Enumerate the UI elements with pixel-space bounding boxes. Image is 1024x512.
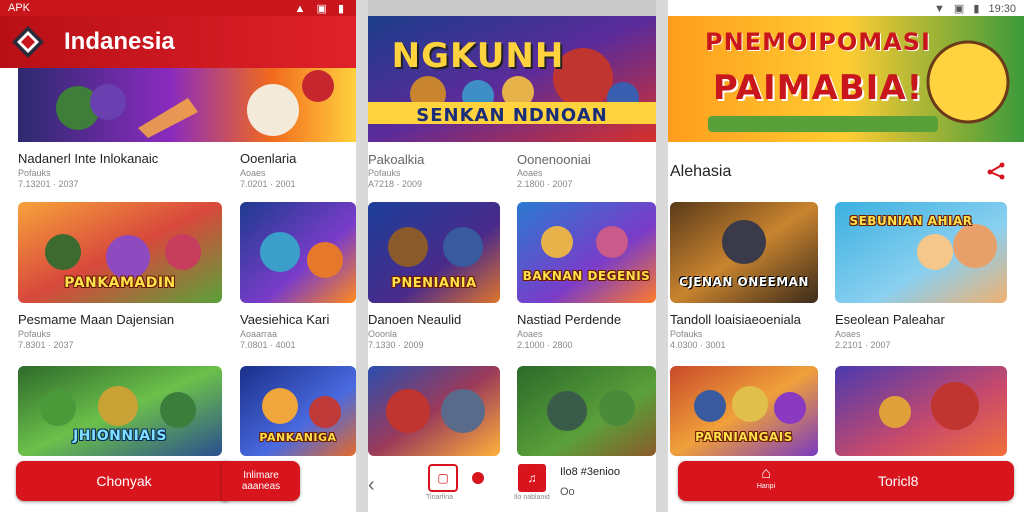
- app-title: Indanesia: [64, 28, 175, 55]
- game-publisher: Aoaes: [240, 168, 266, 178]
- app-tab[interactable]: ▢: [428, 464, 458, 492]
- hero-banner[interactable]: [18, 68, 356, 142]
- status-bar: APK ▲ ▣ ▮: [0, 0, 356, 16]
- banner-headline: NGKUNH: [391, 36, 565, 76]
- tile-caption: SEBUNIAN AHIAR: [849, 214, 973, 228]
- game-publisher: Aoaes: [517, 329, 543, 339]
- game-stats: 4.0300 · 3001: [670, 340, 726, 350]
- primary-action-label: Toricl8: [878, 473, 919, 489]
- primary-action-button[interactable]: Chonyak: [16, 461, 232, 501]
- section-title: Alehasia: [670, 163, 732, 180]
- game-title[interactable]: Danoen Neaulid: [368, 312, 461, 327]
- app-tab-label: Tinarfina: [426, 494, 453, 501]
- tile-caption: CJENAN ONEEMAN: [679, 275, 809, 289]
- now-playing-sub: Oo: [560, 486, 575, 498]
- status-bar: [368, 0, 656, 16]
- game-publisher: Aoaarraa: [240, 329, 278, 339]
- game-tile[interactable]: PANKANIGA: [240, 366, 356, 456]
- secondary-action-line2: aaaneas: [241, 481, 281, 492]
- status-label: APK: [8, 2, 31, 14]
- game-title[interactable]: Pakoalkia: [368, 152, 424, 167]
- game-publisher: Pofauks: [18, 168, 51, 178]
- game-publisher: Pofauks: [670, 329, 703, 339]
- status-icons: ▲ ▣ ▮: [294, 2, 348, 15]
- game-title[interactable]: Eseolean Paleahar: [835, 312, 945, 327]
- game-title[interactable]: Vaesiehica Kari: [240, 312, 329, 327]
- banner-headline: PNEMOIPOMASI: [705, 28, 931, 56]
- game-tile[interactable]: PARNIANGAIS: [670, 366, 818, 456]
- game-publisher: Aoaes: [517, 168, 543, 178]
- tile-caption: PNENIANIA: [391, 276, 477, 291]
- game-publisher: Pofauks: [18, 329, 51, 339]
- phone-screen-right: ▼ ▣ ▮ 19:30 PNEMOIPOMASI PAIMABIA! Aleha…: [668, 0, 1024, 512]
- bottom-nav-bar: ‹ ▢ Tinarfina ♫ Ilo nablanid Ilo8 #3enio…: [368, 456, 656, 512]
- game-tile[interactable]: PANKAMADIN: [18, 202, 222, 303]
- game-tile[interactable]: CJENAN ONEEMAN: [670, 202, 818, 303]
- clock: 19:30: [988, 2, 1016, 15]
- tile-caption: PANKANIGA: [259, 431, 337, 444]
- status-bar: ▼ ▣ ▮ 19:30: [668, 0, 1024, 16]
- game-tile[interactable]: [835, 366, 1007, 456]
- game-publisher: Aoaes: [835, 329, 861, 339]
- game-publisher: Pofauks: [368, 168, 401, 178]
- game-stats: 7.1330 · 2009: [368, 340, 424, 350]
- game-stats: 7.0801 · 4001: [240, 340, 296, 350]
- game-title[interactable]: Oonenooniai: [517, 152, 591, 167]
- hero-banner[interactable]: NGKUNH SENKAN NDNOAN: [368, 16, 656, 142]
- app-header: Indanesia: [0, 16, 356, 68]
- back-icon[interactable]: ‹: [368, 474, 375, 497]
- game-title[interactable]: Tandoll loaisiaeoeniala: [670, 312, 801, 327]
- phone-screen-middle: NGKUNH SENKAN NDNOAN Pakoalkia Pofauks A…: [368, 0, 656, 512]
- share-icon[interactable]: [986, 160, 1006, 180]
- secondary-action-button[interactable]: Inlimare aaaneas: [222, 461, 300, 501]
- game-tile[interactable]: SEBUNIAN AHIAR: [835, 202, 1007, 303]
- game-stats: 2.2101 · 2007: [835, 340, 891, 350]
- now-playing-title[interactable]: Ilo8 #3enioo: [560, 466, 620, 478]
- game-title[interactable]: Nadanerl Inte Inlokanaic: [18, 151, 158, 166]
- media-icon[interactable]: ♫: [518, 464, 546, 492]
- primary-action-button[interactable]: ⌂ Hanpi Toricl8: [678, 461, 1014, 501]
- game-tile[interactable]: [517, 366, 656, 456]
- game-stats: 2.1000 · 2800: [517, 340, 573, 350]
- banner-subheadline: PAIMABIA!: [712, 68, 924, 108]
- game-title[interactable]: Pesmame Maan Dajensian: [18, 312, 174, 327]
- game-stats: 7.0201 · 2001: [240, 179, 296, 189]
- game-stats: A7218 · 2009: [368, 179, 423, 189]
- notification-dot-icon: [472, 472, 484, 484]
- game-stats: 7.13201 · 2037: [18, 179, 79, 189]
- app-logo-icon[interactable]: [10, 24, 46, 60]
- secondary-action-line1: Inlimare: [243, 470, 279, 481]
- game-tile[interactable]: BAKNAN DEGENIS: [517, 202, 656, 303]
- media-icon-label: Ilo nablanid: [514, 494, 550, 501]
- banner-subheadline: SENKAN NDNOAN: [416, 105, 608, 126]
- tile-caption: BAKNAN DEGENIS: [522, 269, 651, 283]
- game-stats: 2.1800 · 2007: [517, 179, 573, 189]
- game-title[interactable]: Nastiad Perdende: [517, 312, 621, 327]
- status-time: ▼ ▣ ▮ 19:30: [933, 2, 1016, 15]
- phone-screen-left: APK ▲ ▣ ▮ Indanesia Nadanerl Inte Inloka…: [0, 0, 356, 512]
- game-tile[interactable]: PNENIANIA: [368, 202, 500, 303]
- hero-banner[interactable]: PNEMOIPOMASI PAIMABIA!: [668, 16, 1024, 142]
- home-label: Hanpi: [756, 483, 776, 490]
- tile-caption: PANKAMADIN: [64, 275, 176, 291]
- home-icon: ⌂: [761, 465, 771, 482]
- game-publisher: Ooonla: [368, 329, 398, 339]
- tile-caption: PARNIANGAIS: [695, 430, 793, 444]
- home-button[interactable]: ⌂ Hanpi: [746, 465, 786, 490]
- game-tile[interactable]: JHIONNIAIS: [18, 366, 222, 456]
- game-tile[interactable]: [368, 366, 500, 456]
- game-title[interactable]: Ooenlaria: [240, 151, 296, 166]
- tile-caption: JHIONNIAIS: [73, 428, 167, 444]
- game-stats: 7.8301 · 2037: [18, 340, 74, 350]
- game-tile[interactable]: [240, 202, 356, 303]
